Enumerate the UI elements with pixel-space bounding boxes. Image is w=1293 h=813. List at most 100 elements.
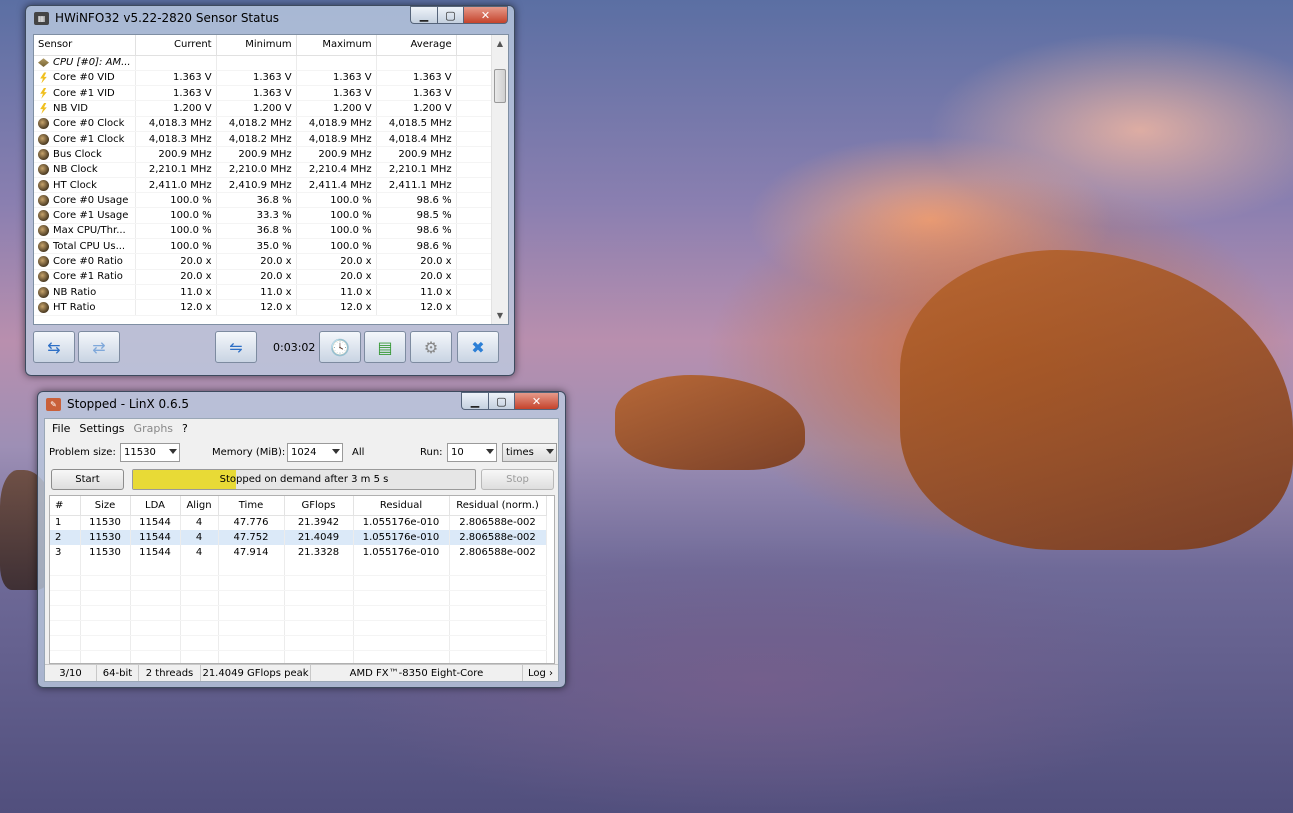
sensor-name: HT Clock xyxy=(53,179,97,191)
linx-title: Stopped - LinX 0.6.5 xyxy=(67,397,190,411)
sensor-row[interactable]: Core #1 Clock 4,018.3 MHz 4,018.2 MHz 4,018… xyxy=(34,131,495,148)
sensor-row[interactable]: HT Clock 2,411.0 MHz 2,410.9 MHz 2,411.4 MH… xyxy=(34,177,495,194)
start-button[interactable]: Start xyxy=(51,469,124,490)
sensor-row[interactable]: NB Ratio 11.0 x 11.0 x 11.0 x 11.0 x xyxy=(34,284,495,301)
all-memory-link[interactable]: All xyxy=(352,447,364,458)
result-row[interactable]: 3 11530 11544 4 47.914 21.3328 1.055176e-010 2.… xyxy=(50,545,547,560)
menu-file[interactable]: File xyxy=(52,422,70,435)
column-header-align[interactable]: Align xyxy=(180,496,219,516)
clock-icon xyxy=(38,179,49,191)
vertical-scrollbar[interactable]: ▲ ▼ xyxy=(491,35,508,324)
sensor-row[interactable]: Core #1 VID 1.363 V 1.363 V 1.363 V 1.363 V xyxy=(34,85,495,102)
sensor-row[interactable]: Core #0 Clock 4,018.3 MHz 4,018.2 MHz 4,018… xyxy=(34,116,495,132)
sensor-name: NB VID xyxy=(53,103,89,115)
menu-graphs[interactable]: Graphs xyxy=(134,422,173,435)
result-row[interactable]: 1 11530 11544 4 47.776 21.3942 1.055176e-010 2.… xyxy=(50,515,547,530)
column-header-residual-norm[interactable]: Residual (norm.) xyxy=(449,496,547,516)
scroll-down-arrow-icon[interactable]: ▼ xyxy=(492,307,508,324)
status-threads: 2 threads xyxy=(139,665,201,681)
close-button[interactable]: ✕ xyxy=(463,6,508,24)
run-unit-combo[interactable]: times xyxy=(502,443,557,462)
status-cpu-name: AMD FX™-8350 Eight-Core xyxy=(311,665,523,681)
expand-arrows-button[interactable]: ⇆ xyxy=(33,331,75,363)
sensor-row[interactable]: Total CPU Us... 100.0 % 35.0 % 100.0 % 98.6 … xyxy=(34,238,495,255)
result-time: 47.914 xyxy=(218,545,285,560)
sensor-row[interactable]: Bus Clock 200.9 MHz 200.9 MHz 200.9 MHz 200.… xyxy=(34,146,495,163)
minimize-button[interactable]: ▁ xyxy=(410,6,437,24)
problem-size-combo[interactable]: 11530 xyxy=(120,443,180,462)
problem-size-label: Problem size: xyxy=(49,447,116,458)
sensor-group-row[interactable]: CPU [#0]: AM... xyxy=(34,55,495,71)
column-header-time[interactable]: Time xyxy=(218,496,285,516)
minimize-button[interactable]: ▁ xyxy=(461,392,488,410)
result-row[interactable]: 2 11530 11544 4 47.752 21.4049 1.055176e-010 2.… xyxy=(50,530,547,545)
sensor-maximum: 200.9 MHz xyxy=(296,146,377,163)
close-sensors-button[interactable]: ✖ xyxy=(457,331,499,363)
clock-icon xyxy=(38,210,49,222)
elapsed-timer: 0:03:02 xyxy=(273,341,316,354)
menu-help[interactable]: ? xyxy=(182,422,188,435)
network-button[interactable]: ⇋ xyxy=(215,331,257,363)
results-table: # Size LDA Align Time GFlops Residual Re… xyxy=(50,496,547,663)
memory-label: Memory (MiB): xyxy=(212,447,286,458)
sensor-minimum: 4,018.2 MHz xyxy=(216,131,297,148)
sensor-minimum: 1.363 V xyxy=(216,70,297,87)
scroll-thumb[interactable] xyxy=(494,69,506,103)
result-align: 4 xyxy=(180,545,219,560)
log-button[interactable]: Log › xyxy=(523,665,558,681)
column-header-size[interactable]: Size xyxy=(80,496,131,516)
sensor-average: 20.0 x xyxy=(376,253,457,270)
sensor-average: 98.5 % xyxy=(376,207,457,224)
sensor-name: Core #1 Ratio xyxy=(53,271,123,283)
settings-button[interactable]: ⚙ xyxy=(410,331,452,363)
sensor-minimum: 1.363 V xyxy=(216,85,297,102)
sensor-current: 200.9 MHz xyxy=(135,146,217,163)
close-x-icon: ✖ xyxy=(471,337,485,357)
column-header-residual[interactable]: Residual xyxy=(353,496,450,516)
column-header-average[interactable]: Average xyxy=(376,35,457,56)
column-header-gflops[interactable]: GFlops xyxy=(284,496,354,516)
sensor-row[interactable]: Core #1 Usage 100.0 % 33.3 % 100.0 % 98.5 % xyxy=(34,207,495,224)
scroll-up-arrow-icon[interactable]: ▲ xyxy=(492,35,508,52)
column-header-lda[interactable]: LDA xyxy=(130,496,181,516)
result-align: 4 xyxy=(180,515,219,530)
run-count-combo[interactable]: 10 xyxy=(447,443,497,462)
menu-settings[interactable]: Settings xyxy=(79,422,124,435)
sensor-row[interactable]: Core #0 Ratio 20.0 x 20.0 x 20.0 x 20.0 x xyxy=(34,253,495,270)
results-list[interactable]: # Size LDA Align Time GFlops Residual Re… xyxy=(49,495,555,664)
column-header-maximum[interactable]: Maximum xyxy=(296,35,377,56)
memory-combo[interactable]: 1024 xyxy=(287,443,343,462)
clock-icon xyxy=(38,256,49,267)
sensor-row[interactable]: Core #0 Usage 100.0 % 36.8 % 100.0 % 98.6 % xyxy=(34,192,495,209)
chevron-down-icon xyxy=(546,449,554,454)
maximize-button[interactable]: ▢ xyxy=(437,6,463,24)
sensor-row[interactable]: Max CPU/Thr... 100.0 % 36.8 % 100.0 % 98.6 % xyxy=(34,223,495,240)
maximize-button[interactable]: ▢ xyxy=(488,392,514,410)
close-button[interactable]: ✕ xyxy=(514,392,559,410)
sensor-current: 100.0 % xyxy=(135,207,217,224)
collapse-arrows-button[interactable]: ⇄ xyxy=(78,331,120,363)
result-residual-norm: 2.806588e-002 xyxy=(449,530,547,545)
column-header-current[interactable]: Current xyxy=(135,35,217,56)
sensor-row[interactable]: HT Ratio 12.0 x 12.0 x 12.0 x 12.0 x xyxy=(34,299,495,316)
hwinfo-window[interactable]: ▦ HWiNFO32 v5.22-2820 Sensor Status ▁ ▢ … xyxy=(25,5,515,376)
stop-button[interactable]: Stop xyxy=(481,469,554,490)
clock-icon xyxy=(38,286,49,298)
sensor-row[interactable]: NB Clock 2,210.1 MHz 2,210.0 MHz 2,210.4 MH… xyxy=(34,162,495,178)
problem-size-value: 11530 xyxy=(124,447,156,458)
sensor-row[interactable]: NB VID 1.200 V 1.200 V 1.200 V 1.200 V xyxy=(34,100,495,117)
sensor-name: Core #1 Clock xyxy=(53,133,125,145)
sensor-row[interactable]: Core #0 VID 1.363 V 1.363 V 1.363 V 1.363 V xyxy=(34,70,495,87)
sensor-maximum: 2,411.4 MHz xyxy=(296,177,377,194)
status-bar: 3/10 64-bit 2 threads 21.4049 GFlops pea… xyxy=(45,664,558,681)
sensor-row[interactable]: Core #1 Ratio 20.0 x 20.0 x 20.0 x 20.0 x xyxy=(34,269,495,285)
sensor-list[interactable]: Sensor Current Minimum Maximum Average C… xyxy=(33,34,509,325)
report-button[interactable]: ▤ xyxy=(364,331,406,363)
column-header-minimum[interactable]: Minimum xyxy=(216,35,297,56)
column-header-sensor[interactable]: Sensor xyxy=(34,35,136,56)
column-header-index[interactable]: # xyxy=(50,496,81,516)
hwinfo-title: HWiNFO32 v5.22-2820 Sensor Status xyxy=(55,11,280,25)
linx-window[interactable]: ✎ Stopped - LinX 0.6.5 ▁ ▢ ✕ File Settin… xyxy=(37,391,566,688)
sensor-current: 100.0 % xyxy=(135,192,217,209)
clock-button[interactable]: 🕓 xyxy=(319,331,361,363)
